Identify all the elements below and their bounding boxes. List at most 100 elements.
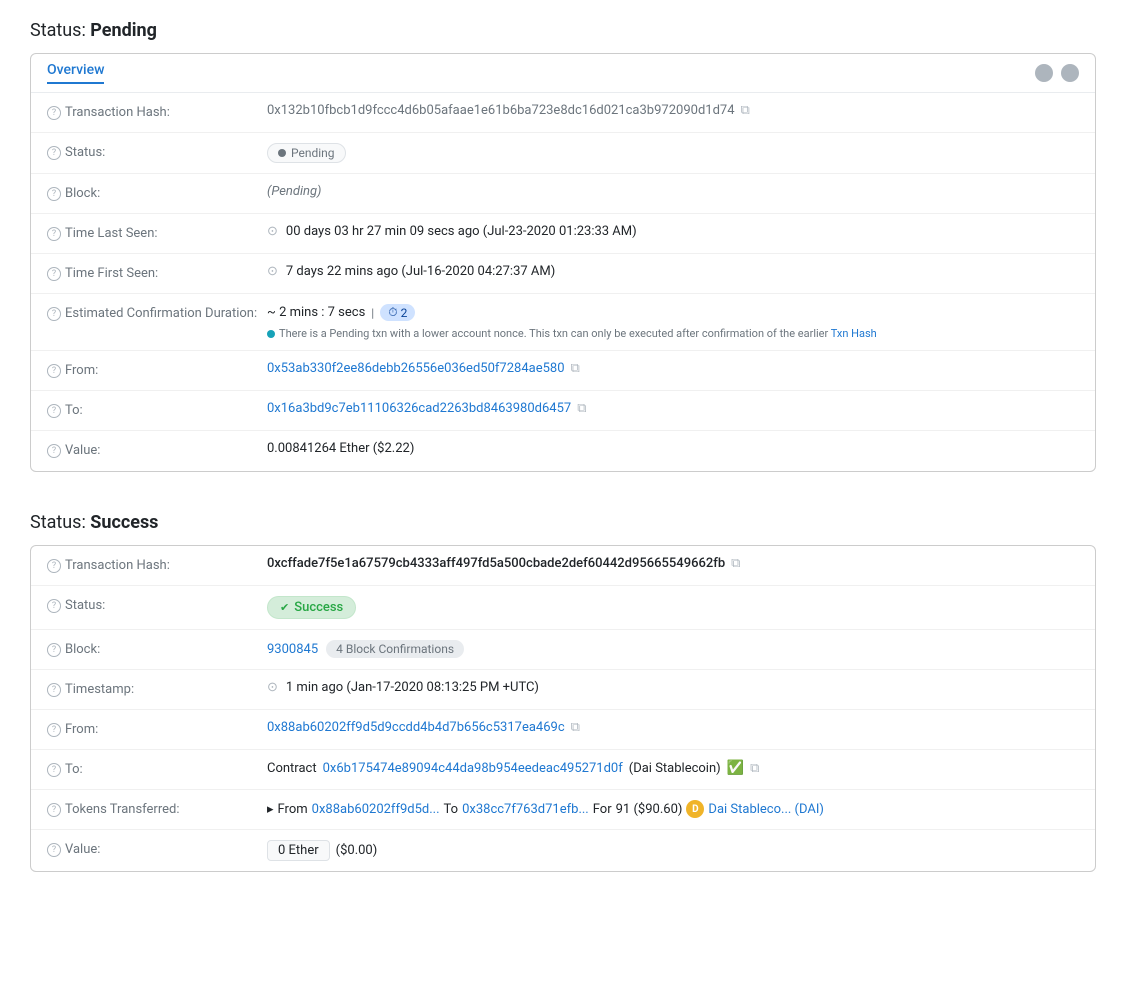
help-icon[interactable]: ? [47,599,61,613]
pending-time-first-seen-row: ? Time First Seen: ⊙ 7 days 22 mins ago … [31,254,1095,294]
success-value-row: ? Value: 0 Ether ($0.00) [31,830,1095,871]
help-icon[interactable]: ? [47,803,61,817]
contract-prefix: Contract [267,761,317,776]
success-value-value: 0 Ether ($0.00) [267,840,1079,861]
duration-badge: ⏱ 2 [380,304,415,321]
overview-tab[interactable]: Overview [47,62,104,84]
to-label: To [444,802,459,817]
pending-time-last-value: ⊙ 00 days 03 hr 27 min 09 secs ago (Jul-… [267,224,1079,239]
pending-tx-hash-value: 0x132b10fbcb1d9fccc4d6b05afaae1e61b6ba72… [267,103,1079,118]
pending-time-last-seen-row: ? Time Last Seen: ⊙ 00 days 03 hr 27 min… [31,214,1095,254]
pending-to-row: ? To: 0x16a3bd9c7eb11106326cad2263bd8463… [31,391,1095,431]
token-name-link[interactable]: Dai Stableco... (DAI) [708,802,824,817]
help-icon[interactable]: ? [47,559,61,573]
pending-section-title: Status: Pending [30,20,1096,41]
pending-tx-hash-text[interactable]: 0x132b10fbcb1d9fccc4d6b05afaae1e61b6ba72… [267,103,735,118]
success-block-value: 9300845 4 Block Confirmations [267,640,1079,658]
help-icon[interactable]: ? [47,723,61,737]
success-section-title: Status: Success [30,512,1096,533]
success-to-value: Contract 0x6b175474e89094c44da98b954eede… [267,760,1079,776]
success-badge: Success [267,596,356,619]
value-box: 0 Ether [267,840,330,861]
help-icon[interactable]: ? [47,683,61,697]
clock-icon: ⊙ [267,680,278,695]
success-to-label: ? To: [47,760,267,777]
copy-to-icon[interactable]: ⧉ [577,401,586,416]
pending-from-link[interactable]: 0x53ab330f2ee86debb26556e036ed50f7284ae5… [267,361,565,376]
help-icon[interactable]: ? [47,227,61,241]
help-icon[interactable]: ? [47,187,61,201]
success-tokens-label: ? Tokens Transferred: [47,800,267,817]
pending-block-label: ? Block: [47,184,267,201]
from-label: From [278,802,308,817]
pending-from-row: ? From: 0x53ab330f2ee86debb26556e036ed50… [31,351,1095,391]
warning-dot-icon [267,330,275,338]
dot-icon-2 [1061,64,1079,82]
pending-to-value: 0x16a3bd9c7eb11106326cad2263bd8463980d64… [267,401,1079,416]
transfer-from-link[interactable]: 0x88ab60202ff9d5d... [312,802,440,817]
block-confirmations: 9300845 4 Block Confirmations [267,640,464,658]
success-status-row: ? Status: Success [31,586,1095,630]
success-tokens-value: ▸ From 0x88ab60202ff9d5d... To 0x38cc7f7… [267,800,1079,818]
success-to-link[interactable]: 0x6b175474e89094c44da98b954eedeac495271d… [323,761,623,776]
success-card: ? Transaction Hash: 0xcffade7f5e1a67579c… [30,545,1096,872]
help-icon[interactable]: ? [47,444,61,458]
dot-icon-1 [1035,64,1053,82]
success-tx-hash-label: ? Transaction Hash: [47,556,267,573]
transfer-arrow: ▸ [267,802,274,817]
pending-badge: Pending [267,143,346,163]
copy-to-icon[interactable]: ⧉ [750,761,759,776]
success-status-label: ? Status: [47,596,267,613]
transfer-amount: 91 ($90.60) [616,802,683,817]
success-tokens-row: ? Tokens Transferred: ▸ From 0x88ab60202… [31,790,1095,830]
transfer-to-link[interactable]: 0x38cc7f763d71efb... [462,802,589,817]
copy-from-icon[interactable]: ⧉ [571,720,580,735]
pending-status-label: ? Status: [47,143,267,160]
help-icon[interactable]: ? [47,843,61,857]
pending-tx-hash-row: ? Transaction Hash: 0x132b10fbcb1d9fccc4… [31,93,1095,133]
success-to-row: ? To: Contract 0x6b175474e89094c44da98b9… [31,750,1095,790]
timestamp-text: 1 min ago (Jan-17-2020 08:13:25 PM +UTC) [286,680,539,695]
pending-status-row: ? Status: Pending [31,133,1095,174]
help-icon[interactable]: ? [47,146,61,160]
pending-duration-label: ? Estimated Confirmation Duration: [47,304,267,321]
verified-icon: ✅ [727,760,744,776]
clock-icon: ⊙ [267,224,278,239]
help-icon[interactable]: ? [47,307,61,321]
success-block-label: ? Block: [47,640,267,657]
pending-status-value: Pending [267,143,1079,163]
help-icon[interactable]: ? [47,643,61,657]
tab-icons [1035,64,1079,82]
card-tab-bar: Overview [31,54,1095,93]
success-from-link[interactable]: 0x88ab60202ff9d5d9ccdd4b4d7b656c5317ea46… [267,720,565,735]
pending-to-label: ? To: [47,401,267,418]
help-icon[interactable]: ? [47,763,61,777]
success-tx-hash-text[interactable]: 0xcffade7f5e1a67579cb4333aff497fd5a500cb… [267,556,725,571]
usd-amount: ($0.00) [336,843,378,858]
pending-value-value: 0.00841264 Ether ($2.22) [267,441,1079,456]
success-status-value: Success [267,596,1079,619]
block-num-link[interactable]: 9300845 [267,642,318,657]
pending-duration-value: ~ 2 mins : 7 secs | ⏱ 2 There is a Pendi… [267,304,1079,340]
pending-to-link[interactable]: 0x16a3bd9c7eb11106326cad2263bd8463980d64… [267,401,571,416]
txn-hash-link[interactable]: Txn Hash [831,327,877,340]
pending-time-first-label: ? Time First Seen: [47,264,267,281]
pending-block-text: (Pending) [267,184,321,199]
ether-amount: 0 Ether [278,843,319,858]
pending-tx-hash-label: ? Transaction Hash: [47,103,267,120]
copy-from-icon[interactable]: ⧉ [571,361,580,376]
time-last-text: 00 days 03 hr 27 min 09 secs ago (Jul-23… [286,224,637,239]
success-tx-hash-row: ? Transaction Hash: 0xcffade7f5e1a67579c… [31,546,1095,586]
pending-duration-row: ? Estimated Confirmation Duration: ~ 2 m… [31,294,1095,351]
success-from-label: ? From: [47,720,267,737]
copy-hash-icon[interactable]: ⧉ [741,103,750,118]
copy-hash-icon[interactable]: ⧉ [731,556,740,571]
success-timestamp-label: ? Timestamp: [47,680,267,697]
time-first-text: 7 days 22 mins ago (Jul-16-2020 04:27:37… [286,264,555,279]
help-icon[interactable]: ? [47,364,61,378]
help-icon[interactable]: ? [47,106,61,120]
success-from-value: 0x88ab60202ff9d5d9ccdd4b4d7b656c5317ea46… [267,720,1079,735]
for-label: For [593,802,612,817]
help-icon[interactable]: ? [47,404,61,418]
help-icon[interactable]: ? [47,267,61,281]
